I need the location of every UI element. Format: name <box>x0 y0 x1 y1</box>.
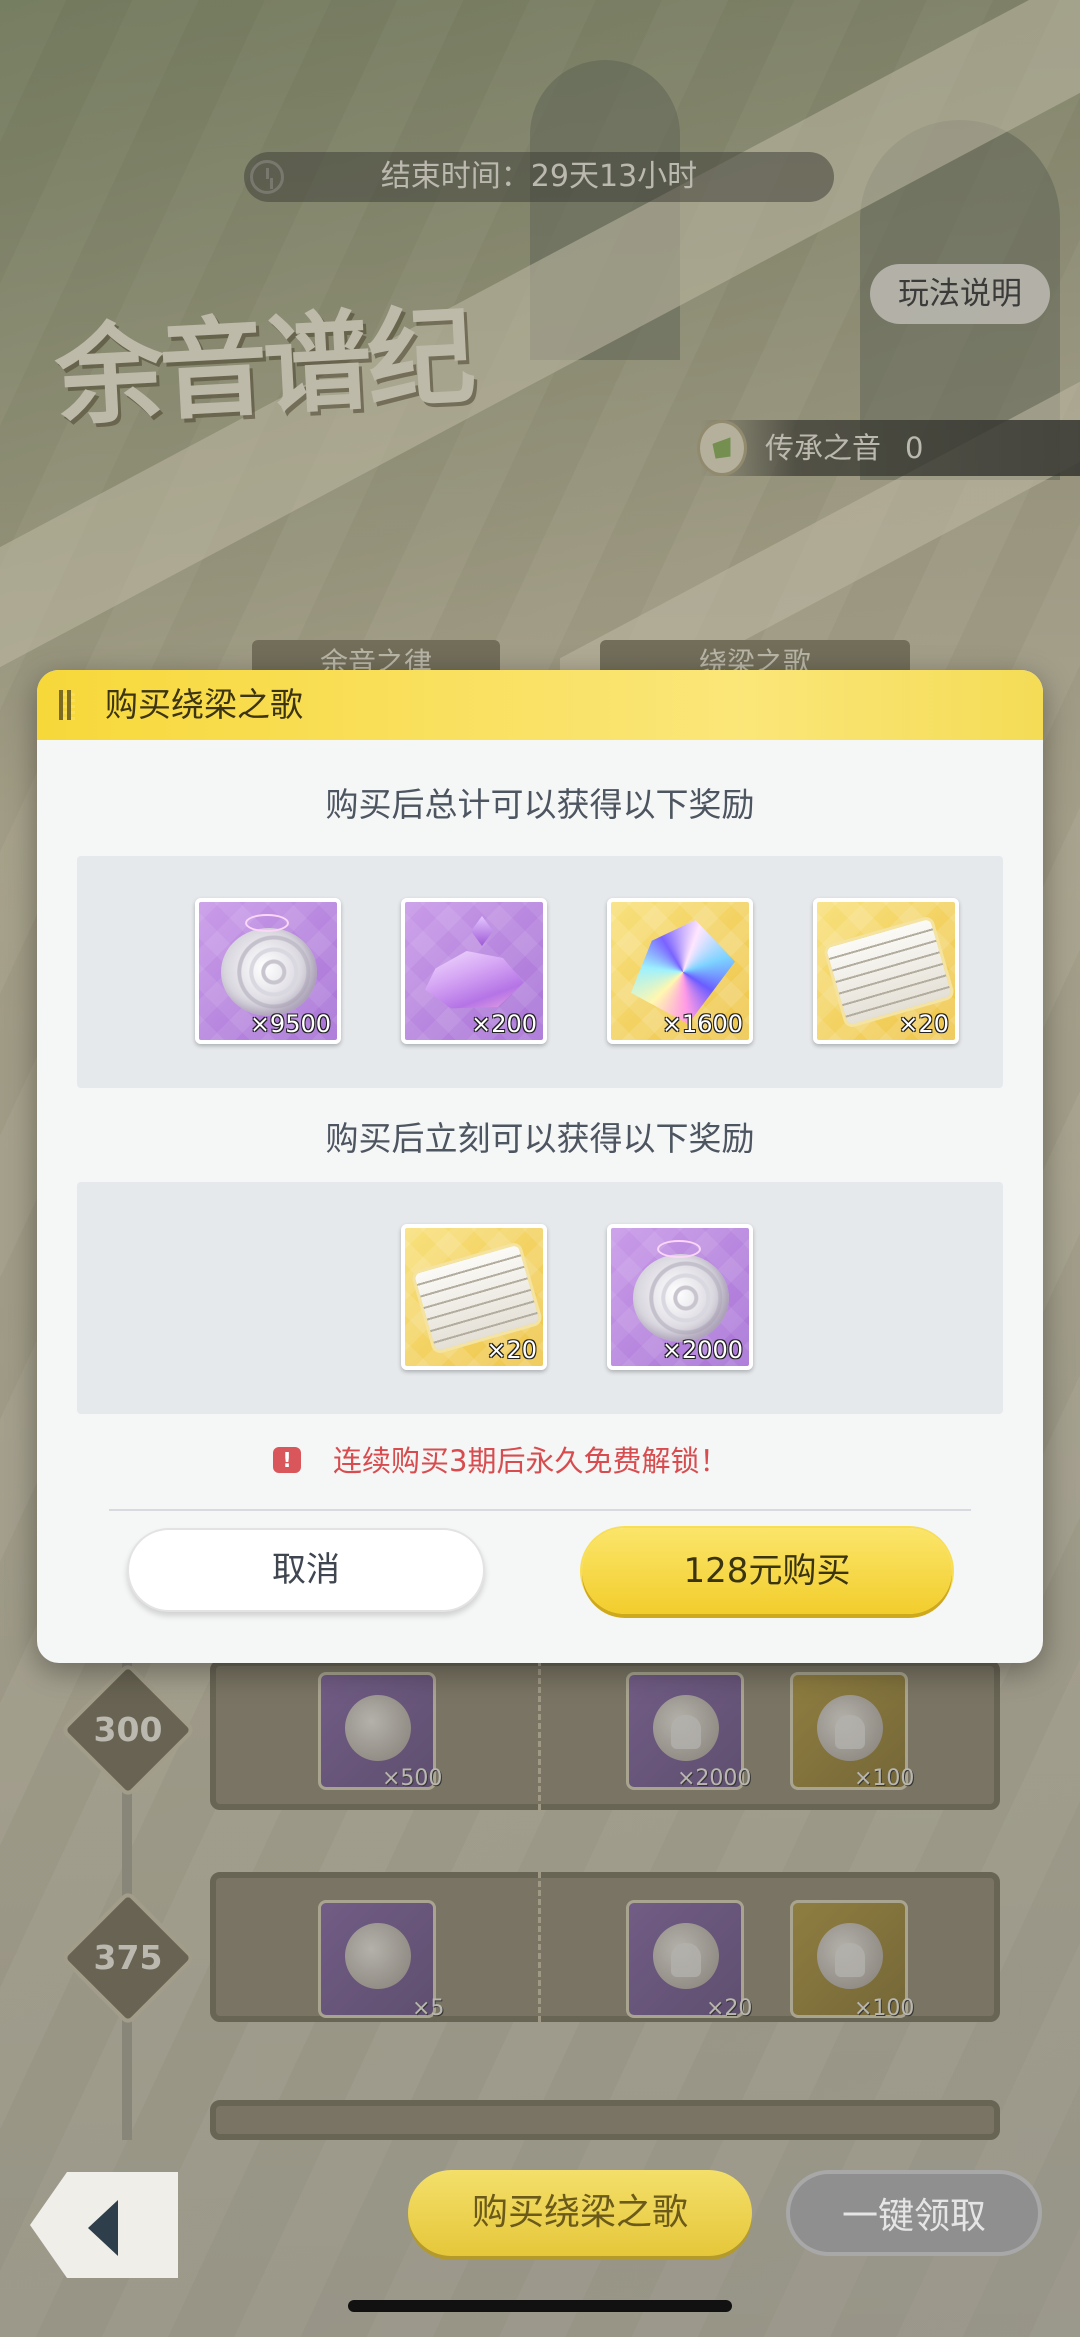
reward-qty: ×9500 <box>249 1010 331 1038</box>
instant-rewards-heading: 购买后立刻可以获得以下奖励 <box>325 1119 755 1158</box>
prism-gem-icon <box>631 920 735 1024</box>
dialog-title: 购买绕梁之歌 <box>105 685 303 724</box>
shell-fossil-icon <box>633 1240 729 1342</box>
reward-tile[interactable]: ×20 <box>401 1224 547 1370</box>
divider <box>109 1509 971 1511</box>
reward-tile[interactable]: ×20 <box>813 898 959 1044</box>
total-rewards-heading: 购买后总计可以获得以下奖励 <box>325 785 755 824</box>
notice-text: 连续购买3期后永久免费解锁！ <box>333 1444 729 1478</box>
instant-rewards-panel: ×20 ×2000 <box>77 1182 1003 1414</box>
reward-tile[interactable]: ×1600 <box>607 898 753 1044</box>
reward-tile[interactable]: ×9500 <box>195 898 341 1044</box>
grip-icon <box>59 690 75 720</box>
reward-qty: ×1600 <box>661 1010 743 1038</box>
warning-icon: ! <box>273 1447 301 1473</box>
back-arrow-icon <box>88 2200 118 2256</box>
claim-all-button[interactable]: 一键领取 <box>786 2170 1042 2256</box>
reward-qty: ×20 <box>486 1336 537 1364</box>
cancel-button[interactable]: 取消 <box>127 1528 485 1612</box>
purchase-button[interactable]: 128元购买 <box>582 1528 952 1614</box>
reward-qty: ×20 <box>898 1010 949 1038</box>
reward-tile[interactable]: ×2000 <box>607 1224 753 1370</box>
home-indicator[interactable] <box>348 2300 732 2312</box>
reward-qty: ×2000 <box>661 1336 743 1364</box>
crystal-shard-icon <box>471 916 493 946</box>
reward-tile[interactable]: ×200 <box>401 898 547 1044</box>
shell-fossil-icon <box>221 914 317 1016</box>
purple-crystal-icon <box>425 951 524 1009</box>
reward-qty: ×200 <box>471 1010 537 1038</box>
purchase-dialog: 购买绕梁之歌 购买后总计可以获得以下奖励 ×9500 ×200 ×1600 ×2… <box>37 670 1043 1663</box>
buy-pass-button[interactable]: 购买绕梁之歌 <box>408 2170 752 2256</box>
total-rewards-panel: ×9500 ×200 ×1600 ×20 <box>77 856 1003 1088</box>
